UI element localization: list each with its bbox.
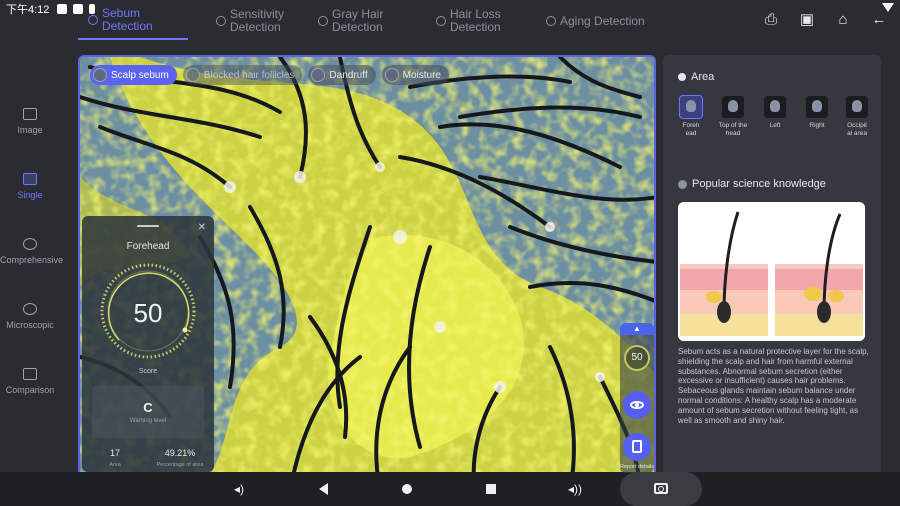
- area-option-top-of-head[interactable]: Top of the head: [714, 96, 752, 138]
- moisture-icon: [384, 68, 399, 82]
- result-card: ✕ Forehead 50 Score C Warning level 17 A…: [82, 216, 214, 472]
- info-panel: Area Forehead Top of the head Left Right…: [663, 55, 881, 475]
- warning-level-value: C: [143, 400, 153, 415]
- area-section-title: Area: [678, 71, 714, 83]
- system-navbar: ◂) ◂)): [0, 472, 900, 506]
- chip-scalp-sebum[interactable]: Scalp sebum: [90, 65, 177, 85]
- score-value: 50: [133, 298, 163, 328]
- science-description: Sebum acts as a natural protective layer…: [678, 347, 869, 425]
- app-icon: [73, 4, 84, 14]
- area-option-left[interactable]: Left: [756, 96, 794, 130]
- usb-icon: [89, 4, 96, 14]
- overlay-chips: Scalp sebum Blocked hair follicles Dandr…: [90, 65, 449, 85]
- chip-moisture[interactable]: Moisture: [381, 65, 449, 85]
- top-head-icon: [722, 96, 744, 118]
- image-icon: [23, 108, 37, 120]
- sidebar-item-comparison[interactable]: Comparison: [0, 368, 60, 395]
- close-icon[interactable]: ✕: [198, 222, 206, 233]
- dandruff-icon: [311, 68, 326, 82]
- warning-level-box: C Warning level: [92, 386, 204, 438]
- area-percentage-label: Percentage of area: [156, 462, 204, 468]
- right-head-icon: [806, 96, 828, 118]
- area-percentage-value: 49.21%: [164, 448, 196, 458]
- report-icon[interactable]: [623, 433, 651, 461]
- sidebar-item-microscopic[interactable]: Microscopic: [0, 303, 60, 330]
- single-chart-icon: [23, 173, 37, 185]
- home-circle-icon: [402, 484, 412, 494]
- chevron-up-icon[interactable]: ▲: [620, 323, 654, 335]
- nav-home-button[interactable]: [398, 480, 416, 498]
- nav-recents-button[interactable]: [482, 480, 500, 498]
- report-details-label: Report details: [620, 464, 654, 470]
- recents-square-icon: [486, 484, 496, 494]
- area-count-label: Area: [109, 462, 121, 468]
- camera-icon[interactable]: [654, 483, 668, 494]
- pie-icon: [23, 238, 37, 250]
- warning-level-label: Warning level: [129, 418, 167, 424]
- mini-score-button[interactable]: 50: [624, 345, 650, 371]
- sidebar-item-comprehensive[interactable]: Comprehensive: [0, 238, 63, 265]
- chip-blocked-hair-follicles[interactable]: Blocked hair follicles: [182, 65, 303, 85]
- left-head-icon: [764, 96, 786, 118]
- forehead-head-icon: [679, 95, 703, 119]
- science-section-title: Popular science knowledge: [678, 178, 826, 190]
- microscope-icon: [23, 303, 37, 315]
- nav-back-button[interactable]: [314, 480, 332, 498]
- area-option-forehead[interactable]: Forehead: [672, 95, 710, 138]
- eye-icon[interactable]: [623, 391, 651, 419]
- back-triangle-icon: [318, 483, 328, 495]
- occipital-head-icon: [846, 96, 868, 118]
- drag-handle[interactable]: [137, 225, 159, 227]
- sidebar-item-single[interactable]: Single: [0, 173, 60, 200]
- volume-up-icon[interactable]: ◂)): [566, 480, 584, 498]
- scalp-sebum-icon: [93, 68, 107, 82]
- hair-follicle-illustration: [678, 202, 865, 341]
- area-option-occipital[interactable]: Occipital area: [838, 96, 876, 138]
- status-bar: 下午4:12: [0, 0, 900, 18]
- area-option-right[interactable]: Right: [798, 96, 836, 130]
- floating-controls: ▲ 50 Report details: [620, 323, 654, 473]
- wifi-icon: [882, 3, 894, 12]
- follicle-icon: [185, 68, 200, 82]
- score-label: Score: [138, 368, 158, 375]
- sidebar: Image Single Comprehensive Microscopic C…: [0, 40, 63, 470]
- status-time: 下午4:12: [6, 4, 50, 16]
- info-icon: [678, 179, 687, 189]
- compare-icon: [23, 368, 37, 380]
- notification-icon: [57, 4, 68, 14]
- area-icon: [678, 73, 686, 81]
- result-area-name: Forehead: [126, 241, 170, 252]
- area-count-value: 17: [109, 448, 120, 458]
- chip-dandruff[interactable]: Dandruff: [308, 65, 376, 85]
- sidebar-item-image[interactable]: Image: [0, 108, 60, 135]
- volume-down-icon[interactable]: ◂): [230, 480, 248, 498]
